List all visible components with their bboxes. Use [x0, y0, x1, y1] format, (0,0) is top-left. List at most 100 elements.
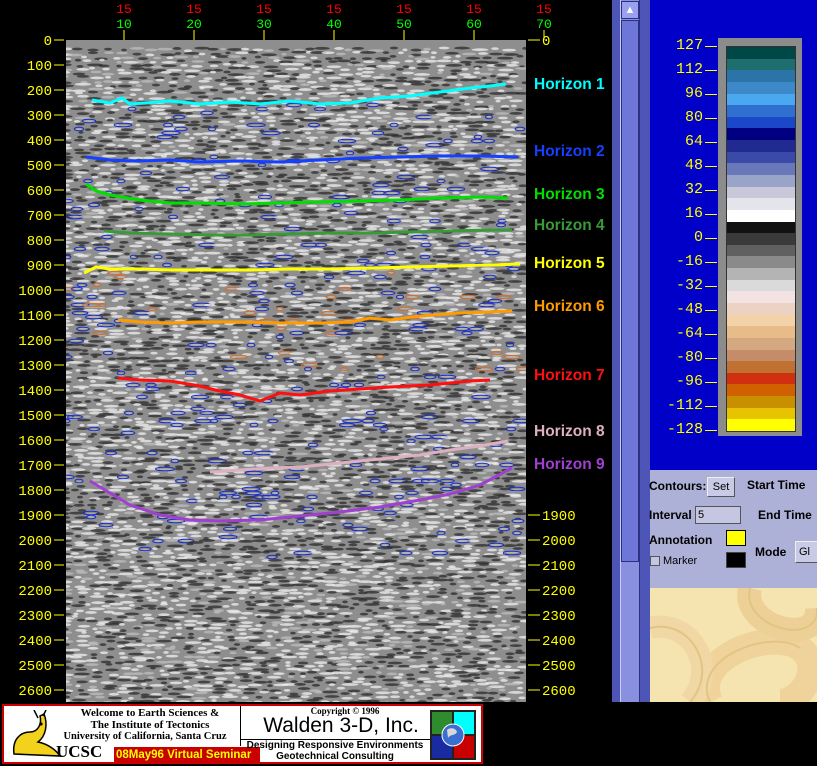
interval-label: Interval [649, 508, 692, 522]
time-axis-label: 100 [27, 59, 52, 75]
right-time-axis-label: 2200 [542, 584, 576, 600]
time-axis-label: 800 [27, 234, 52, 250]
colorbar-tick-label: -48 [675, 301, 703, 318]
horizon-6-pick-line[interactable] [117, 309, 513, 325]
horizon-2-pick-line[interactable] [85, 154, 519, 164]
annotation-label: Annotation [649, 533, 713, 547]
horizon-legend: Horizon 1 Horizon 2 Horizon 3 Horizon 4 … [528, 58, 612, 503]
horizon-legend-label-8: Horizon 8 [534, 423, 605, 440]
colorbar-band [727, 396, 795, 409]
time-axis-label: 2000 [18, 534, 52, 550]
colorbar-tick-label: -80 [675, 349, 703, 366]
colorbar-tick-label: 32 [684, 181, 703, 198]
time-axis-label: 600 [27, 184, 52, 200]
marker-color-swatch[interactable] [726, 552, 746, 568]
colorbar-band [727, 175, 795, 188]
cdp-axis-label: 30 [256, 17, 272, 32]
marker-label: Marker [663, 555, 698, 567]
right-time-axis-label: 2000 [542, 534, 576, 550]
horizon-legend-label-9: Horizon 9 [534, 456, 605, 473]
colorbar-band [727, 81, 795, 95]
horizon-7-pick-line[interactable] [117, 376, 491, 403]
colorbar-tick-mark [705, 190, 717, 191]
right-time-axis-label: 0 [542, 34, 550, 50]
colorbar-tick-mark [705, 94, 717, 95]
right-time-axis-label: 2400 [542, 634, 576, 650]
colorbar-tick-label: 127 [675, 37, 703, 54]
decorative-knot-image [650, 588, 817, 702]
colorbar-tick-label: 64 [684, 133, 703, 150]
horizon-8-pick-line[interactable] [209, 439, 509, 474]
horizon-legend-label-6: Horizon 6 [534, 298, 605, 315]
colorbar-band [727, 291, 795, 304]
mode-select[interactable]: Gl [795, 541, 817, 563]
time-axis-label: 1800 [18, 484, 52, 500]
colorbar-band [727, 47, 795, 60]
trace-number-label: 15 [536, 2, 552, 17]
colorbar-scale[interactable] [726, 46, 796, 432]
trace-number-label: 15 [326, 2, 342, 17]
scroll-thumb[interactable] [621, 20, 639, 562]
company-name: Walden 3-D, Inc. [263, 714, 419, 737]
seismic-axes-and-horizons: 0100200300400500600700800900100011001200… [18, 2, 576, 700]
right-time-axis-label: 2300 [542, 609, 576, 625]
start-time-label: Start Time [747, 478, 806, 492]
horizon-5-pick-line[interactable] [83, 262, 521, 275]
colorbar-band [727, 233, 795, 246]
annotation-color-swatch[interactable] [726, 530, 746, 546]
colorbar-tick-mark [705, 382, 717, 383]
interval-input[interactable]: 5 [695, 506, 741, 524]
colorbar-tick-mark [705, 70, 717, 71]
horizon-1-pick-line[interactable] [91, 82, 507, 106]
horizon-legend-label-1: Horizon 1 [534, 76, 605, 93]
time-axis-label: 1700 [18, 459, 52, 475]
horizon-9-pick-line[interactable] [89, 466, 513, 523]
horizon-4-pick-line[interactable] [103, 228, 512, 237]
colorbar-band [727, 151, 795, 164]
colorbar-band [727, 279, 795, 292]
trace-number-label: 15 [396, 2, 412, 17]
colorbar-tick-label: 96 [684, 85, 703, 102]
walden-globe-logo-icon [430, 710, 476, 760]
colorbar-band [727, 116, 795, 129]
contours-set-button[interactable]: Set [707, 477, 735, 497]
time-axis-label: 2400 [18, 634, 52, 650]
colorbar-band [727, 361, 795, 374]
colorbar-tick-mark [705, 334, 717, 335]
marker-checkbox[interactable] [650, 556, 660, 566]
time-axis-label: 2200 [18, 584, 52, 600]
cdp-axis-label: 70 [536, 17, 552, 32]
colorbar-tick-mark [705, 406, 717, 407]
contours-label: Contours: [649, 479, 707, 493]
time-axis-label: 900 [27, 259, 52, 275]
time-axis-label: 1900 [18, 509, 52, 525]
horizon-legend-label-3: Horizon 3 [534, 186, 605, 203]
time-axis-label: 1500 [18, 409, 52, 425]
colorbar-tick-mark [705, 430, 717, 431]
colorbar-band [727, 209, 795, 223]
colorbar-tick-label: 48 [684, 157, 703, 174]
horizon-3-pick-line[interactable] [85, 182, 509, 206]
colorbar-band [727, 337, 795, 351]
cdp-axis-label: 10 [116, 17, 132, 32]
colorbar-tick-label: 112 [675, 61, 703, 78]
time-axis-label: 500 [27, 159, 52, 175]
horizon-legend-label-5: Horizon 5 [534, 255, 605, 272]
right-time-axis-label: 2500 [542, 659, 576, 675]
cdp-axis-label: 20 [186, 17, 202, 32]
time-axis-label: 2100 [18, 559, 52, 575]
time-axis-label: 2600 [18, 684, 52, 700]
colorbar-band [727, 256, 795, 269]
right-time-axis-label: 1900 [542, 509, 576, 525]
controls-panel: Contours: Set Start Time Interval 5 End … [649, 470, 817, 588]
time-axis-label: 2300 [18, 609, 52, 625]
colorbar-band [727, 93, 795, 106]
colorbar-band [727, 384, 795, 397]
seismic-display-panel: 0 100 200 300 400 500 600 700 800 900 1000 1100 1200… [0, 0, 612, 702]
time-axis-label: 400 [27, 134, 52, 150]
colorbar-tick-label: -16 [675, 253, 703, 270]
colorbar-tick-mark [705, 310, 717, 311]
welcome-line-1: Welcome to Earth Sciences & [80, 707, 220, 719]
ucsc-wordmark: UCSC [56, 742, 103, 761]
scroll-up-arrow-icon[interactable]: ▲ [621, 1, 639, 19]
